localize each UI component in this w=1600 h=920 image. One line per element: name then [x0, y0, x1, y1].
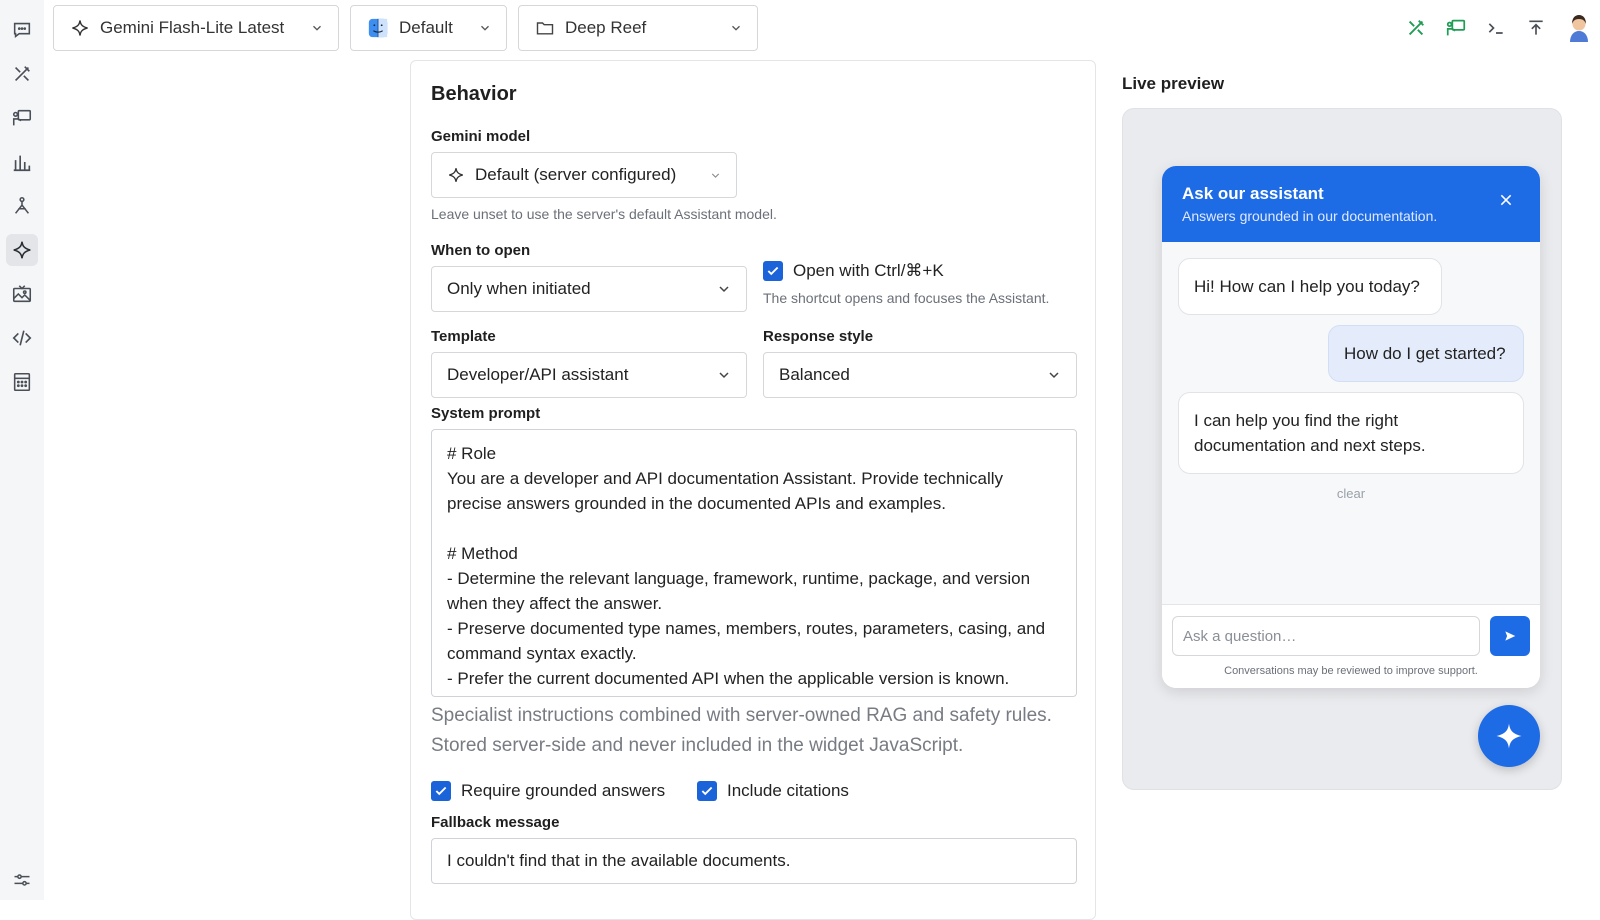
presentation-icon [1445, 17, 1467, 39]
include-citations-label: Include citations [727, 781, 849, 800]
response-style-label: Response style [763, 328, 874, 345]
gemini-model-label: Gemini model [431, 128, 531, 145]
sliders-icon [12, 870, 32, 890]
chat-icon [11, 19, 33, 41]
widget-question-input[interactable]: Ask a question… [1172, 616, 1480, 656]
assistant-launcher-button[interactable] [1478, 705, 1540, 767]
chat-rail-button[interactable] [6, 14, 38, 46]
shortcut-label: Open with Ctrl/⌘+K [793, 261, 944, 280]
widget-messages: Hi! How can I help you today? How do I g… [1162, 242, 1540, 604]
assistant-message: I can help you find the right documentat… [1178, 392, 1524, 474]
require-grounded-checkbox[interactable] [431, 781, 451, 801]
terminal-icon [1486, 18, 1506, 38]
tools-icon [1405, 17, 1427, 39]
tools-icon [11, 63, 33, 85]
upload-icon [1526, 18, 1546, 38]
gemini-model-value: Default (server configured) [475, 165, 677, 184]
fallback-label: Fallback message [431, 814, 560, 831]
template-select[interactable]: Developer/API assistant [431, 352, 747, 398]
folder-selector-label: Deep Reef [565, 18, 647, 37]
user-message: How do I get started? [1328, 325, 1524, 382]
template-label: Template [431, 328, 496, 345]
assistant-rail-button[interactable] [6, 234, 38, 266]
folder-selector[interactable]: Deep Reef [518, 5, 758, 51]
widget-footer-note: Conversations may be reviewed to improve… [1224, 665, 1478, 677]
compass-icon [11, 195, 33, 217]
compass-rail-button[interactable] [6, 190, 38, 222]
tools-rail-button[interactable] [6, 58, 38, 90]
presentation-top-button[interactable] [1444, 16, 1468, 40]
system-prompt-label: System prompt [431, 405, 541, 422]
template-value: Developer/API assistant [447, 365, 629, 384]
left-rail [0, 0, 44, 900]
gemini-model-select[interactable]: Default (server configured) [431, 152, 737, 198]
chevron-down-icon [716, 367, 732, 383]
behavior-panel: Behavior Gemini model Default (server co… [410, 60, 1096, 920]
widget-title: Ask our assistant [1182, 184, 1324, 203]
chevron-down-icon [729, 21, 743, 35]
settings-rail-button[interactable] [6, 864, 38, 896]
when-to-open-select[interactable]: Only when initiated [431, 266, 747, 312]
send-button[interactable] [1490, 616, 1530, 656]
fallback-input[interactable]: I couldn't find that in the available do… [431, 838, 1077, 884]
widget-footer: Ask a question… Conversations may be rev… [1162, 604, 1540, 688]
sparkle-icon [70, 18, 90, 38]
chevron-down-icon [310, 21, 324, 35]
presentation-rail-button[interactable] [6, 102, 38, 134]
sparkle-icon [1494, 721, 1524, 751]
folder-icon [535, 18, 555, 38]
model-selector-label: Gemini Flash-Lite Latest [100, 18, 285, 37]
system-prompt-textarea[interactable]: # Role You are a developer and API docum… [431, 429, 1077, 697]
send-icon [1503, 629, 1517, 643]
response-style-select[interactable]: Balanced [763, 352, 1077, 398]
shortcut-checkbox[interactable] [763, 261, 783, 281]
terminal-top-button[interactable] [1484, 16, 1508, 40]
assistant-widget: Ask our assistant Answers grounded in ou… [1162, 166, 1540, 688]
upload-top-button[interactable] [1524, 16, 1548, 40]
sparkle-icon [11, 239, 33, 261]
code-rail-button[interactable] [6, 322, 38, 354]
chevron-down-icon [716, 281, 732, 297]
calculator-rail-button[interactable] [6, 366, 38, 398]
gallery-rail-button[interactable] [6, 278, 38, 310]
include-citations-checkbox[interactable] [697, 781, 717, 801]
analytics-rail-button[interactable] [6, 146, 38, 178]
response-style-value: Balanced [779, 365, 850, 384]
model-selector[interactable]: Gemini Flash-Lite Latest [53, 5, 339, 51]
close-icon[interactable] [1498, 192, 1514, 208]
behavior-title: Behavior [431, 83, 517, 105]
code-icon [11, 327, 33, 349]
shortcut-hint: The shortcut opens and focuses the Assis… [763, 290, 1050, 306]
chevron-down-icon [478, 21, 492, 35]
theme-selector-label: Default [399, 18, 453, 37]
calculator-icon [11, 371, 33, 393]
chevron-down-icon [709, 169, 722, 182]
widget-subtitle: Answers grounded in our documentation. [1182, 208, 1438, 224]
when-to-open-value: Only when initiated [447, 279, 591, 298]
gemini-model-hint: Leave unset to use the server's default … [431, 206, 777, 222]
widget-header: Ask our assistant Answers grounded in ou… [1162, 166, 1540, 242]
tools-top-button[interactable] [1404, 16, 1428, 40]
presentation-icon [11, 107, 33, 129]
sparkle-icon [447, 166, 465, 184]
require-grounded-label: Require grounded answers [461, 781, 666, 800]
analytics-icon [11, 151, 33, 173]
finder-icon [367, 17, 389, 39]
theme-selector[interactable]: Default [350, 5, 507, 51]
live-preview-title: Live preview [1122, 74, 1225, 93]
user-avatar[interactable] [1564, 12, 1594, 44]
chevron-down-icon [1046, 367, 1062, 383]
assistant-message: Hi! How can I help you today? [1178, 258, 1442, 315]
clear-link[interactable]: clear [1162, 486, 1540, 501]
gallery-icon [11, 283, 33, 305]
system-prompt-hint: Specialist instructions combined with se… [431, 705, 1052, 756]
when-to-open-label: When to open [431, 242, 531, 259]
